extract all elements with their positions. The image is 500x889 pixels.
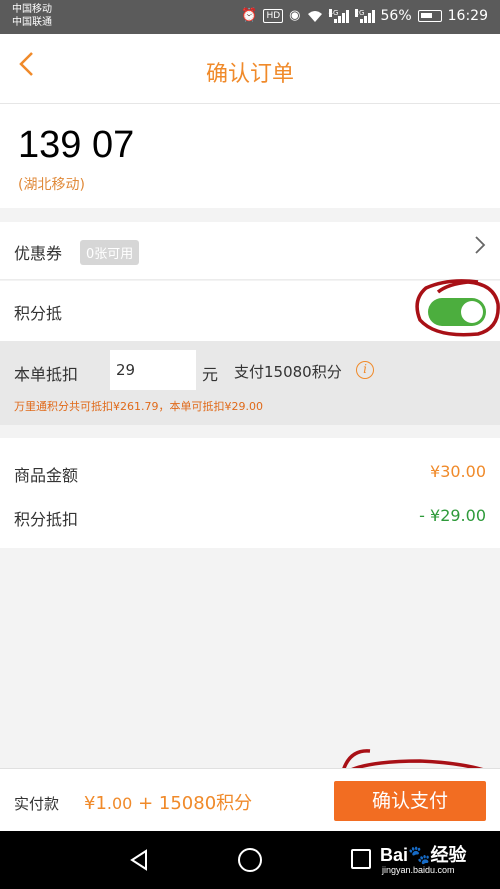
goods-amount-label: 商品金额	[14, 466, 79, 485]
coupon-label: 优惠券	[14, 244, 63, 263]
actual-pay-label: 实付款	[14, 795, 60, 813]
watermark-site: jingyan.baidu.com	[382, 865, 455, 875]
pay-points: + 15080积分	[132, 793, 253, 814]
pay-yen: ¥1	[84, 793, 107, 814]
wifi-icon	[307, 10, 322, 22]
eye-icon: ◉	[289, 8, 301, 23]
header: 确认订单	[0, 34, 500, 104]
back-triangle-icon[interactable]	[128, 849, 150, 871]
points-label: 积分抵	[14, 304, 63, 323]
paw-icon: 🐾	[408, 845, 431, 865]
toggle-knob	[461, 301, 483, 323]
recharge-target-card: 139 07 (湖北移动)	[0, 104, 500, 208]
net-type-1: 4G	[328, 9, 339, 17]
clock: 16:29	[447, 8, 488, 24]
actual-pay-total: ¥1.00 + 15080积分	[84, 789, 252, 815]
carrier-1: 中国移动	[12, 4, 52, 15]
deduction-note: 万里通积分共可抵扣¥261.79，本单可抵扣¥29.00	[14, 400, 263, 413]
deduction-label: 本单抵扣	[14, 365, 79, 384]
confirm-pay-button[interactable]: 确认支付	[334, 781, 486, 821]
signal-icon-2: 2G	[354, 9, 375, 23]
signal-icon: 4G	[328, 9, 349, 23]
recent-apps-icon[interactable]	[351, 849, 371, 869]
deduction-panel: 本单抵扣 元 支付15080积分 i 万里通积分共可抵扣¥261.79，本单可抵…	[0, 341, 500, 425]
goods-amount-value: ¥30.00	[430, 462, 486, 481]
watermark-suffix: 经验	[430, 845, 467, 865]
phone-carrier: (湖北移动)	[18, 177, 85, 193]
watermark-logo: Bai🐾经验	[380, 841, 466, 867]
alarm-icon: ⏰	[241, 8, 258, 23]
pay-decimal: .00	[106, 794, 133, 813]
carrier-info: 中国移动 中国联通	[12, 3, 52, 29]
points-cost: 支付15080积分	[234, 363, 342, 381]
hd-icon: HD	[263, 9, 284, 23]
info-icon[interactable]: i	[356, 361, 374, 379]
points-row: 积分抵	[0, 281, 500, 341]
deduction-amount-input[interactable]	[110, 350, 196, 390]
home-circle-icon[interactable]	[238, 848, 262, 872]
points-toggle[interactable]	[428, 298, 486, 326]
deduction-unit: 元	[202, 365, 219, 384]
checkout-bar: 实付款 ¥1.00 + 15080积分 确认支付	[0, 768, 500, 831]
carrier-2: 中国联通	[12, 17, 52, 28]
chevron-right-icon	[474, 234, 486, 262]
watermark-brand: Bai	[380, 845, 409, 865]
points-deduction-value: - ¥29.00	[419, 506, 486, 525]
status-bar: 中国移动 中国联通 ⏰ HD ◉ 4G 2G 56% 16:29	[0, 0, 500, 34]
battery-icon	[417, 10, 442, 22]
coupon-badge: 0张可用	[80, 240, 140, 265]
order-summary: 商品金额 ¥30.00 积分抵扣 - ¥29.00	[0, 438, 500, 548]
points-deduction-label: 积分抵扣	[14, 510, 79, 529]
page-title: 确认订单	[205, 62, 294, 87]
system-nav-bar: Bai🐾经验 jingyan.baidu.com	[0, 831, 500, 889]
coupon-row[interactable]: 优惠券 0张可用	[0, 222, 500, 280]
net-type-2: 2G	[354, 9, 365, 17]
phone-number: 139 07	[18, 124, 135, 166]
battery-percent: 56%	[380, 8, 412, 24]
status-icons: ⏰ HD ◉ 4G 2G 56% 16:29	[241, 8, 488, 24]
